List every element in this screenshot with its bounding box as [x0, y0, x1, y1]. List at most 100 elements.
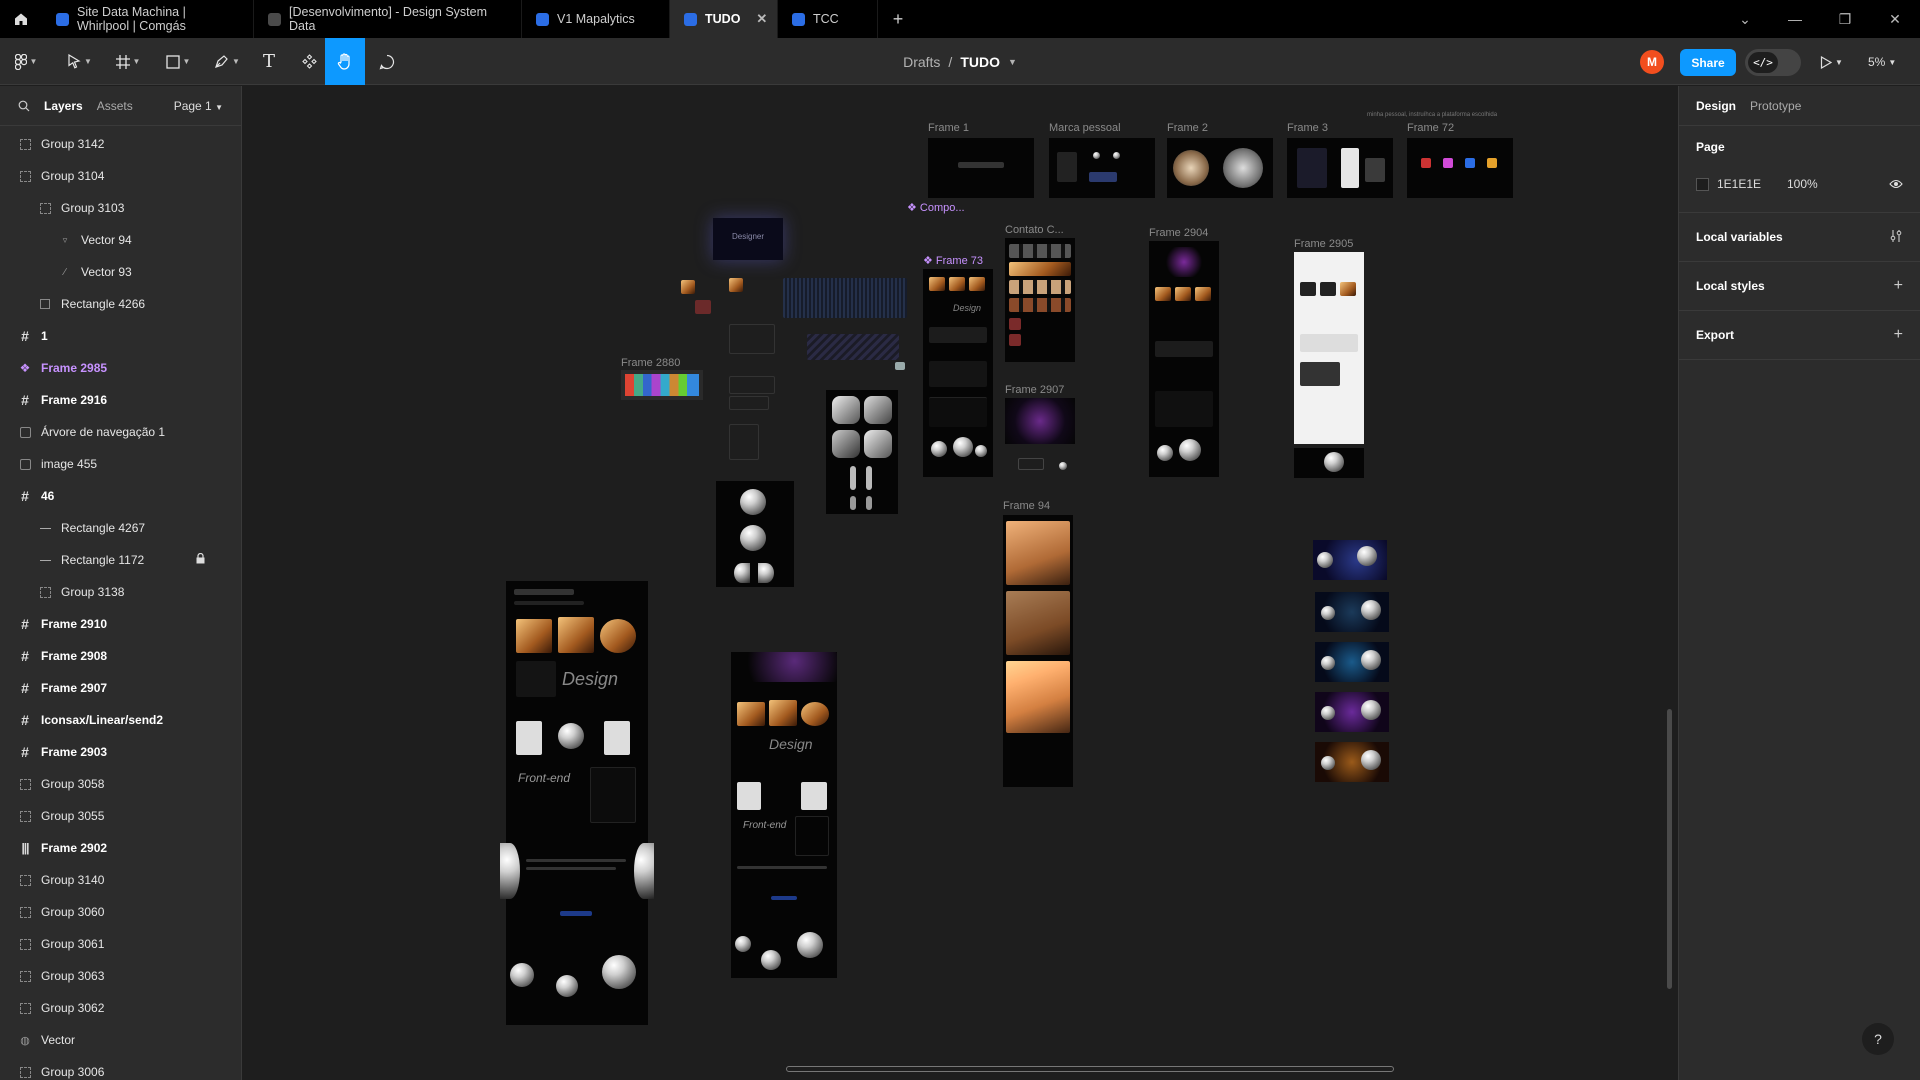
- sphere-card[interactable]: [1315, 642, 1389, 682]
- layer-row[interactable]: ❖ Frame 2985: [0, 352, 241, 384]
- hand-tool[interactable]: [325, 38, 365, 85]
- frame-label[interactable]: Frame 72: [1407, 122, 1454, 134]
- tab-layers[interactable]: Layers: [44, 99, 83, 113]
- portfolio-page-frame[interactable]: Design Front-end: [500, 581, 654, 1025]
- main-menu-button[interactable]: ▼: [8, 38, 44, 85]
- avatar[interactable]: M: [1640, 50, 1664, 74]
- maximize-icon[interactable]: ❐: [1820, 0, 1870, 38]
- page-selector[interactable]: Page 1 ▼: [174, 99, 223, 113]
- layer-row[interactable]: Rectangle 1172: [0, 544, 241, 576]
- layer-row[interactable]: # Frame 2916: [0, 384, 241, 416]
- close-tab-icon[interactable]: ✕: [756, 11, 767, 27]
- frame-label[interactable]: Frame 1: [928, 122, 969, 134]
- lock-icon[interactable]: [196, 552, 205, 567]
- file-name[interactable]: TUDO: [960, 54, 1000, 70]
- present-button[interactable]: ▼: [1820, 50, 1843, 74]
- frame-72[interactable]: [1407, 138, 1513, 198]
- layer-row[interactable]: Rectangle 4266: [0, 288, 241, 320]
- page-background-row[interactable]: 1E1E1E 100%: [1696, 168, 1903, 200]
- frame-2905-footer[interactable]: [1294, 448, 1364, 478]
- tab-tcc[interactable]: TCC: [778, 0, 878, 38]
- layer-row[interactable]: image 455: [0, 448, 241, 480]
- new-tab-button[interactable]: +: [878, 0, 918, 38]
- layer-row[interactable]: Group 3006: [0, 1056, 241, 1080]
- horizontal-scrollbar[interactable]: [786, 1066, 1394, 1072]
- frame-label[interactable]: Frame 94: [1003, 500, 1050, 512]
- tab-mapalytics[interactable]: V1 Mapalytics: [522, 0, 670, 38]
- component-label[interactable]: ❖ Compo...: [907, 201, 965, 214]
- text-tool[interactable]: T: [254, 38, 284, 85]
- layer-row[interactable]: Group 3103: [0, 192, 241, 224]
- vertical-scrollbar[interactable]: [1667, 709, 1672, 989]
- plus-icon[interactable]: +: [1894, 278, 1903, 294]
- layer-row[interactable]: # Frame 2903: [0, 736, 241, 768]
- resources-tool[interactable]: [294, 38, 324, 85]
- tab-list-chevron-icon[interactable]: ⌄: [1720, 0, 1770, 38]
- layer-row[interactable]: ||| Frame 2902: [0, 832, 241, 864]
- share-button[interactable]: Share: [1680, 49, 1736, 76]
- layer-row[interactable]: Group 3058: [0, 768, 241, 800]
- shape-tool[interactable]: ▼: [158, 38, 198, 85]
- comment-tool[interactable]: [372, 38, 402, 85]
- layer-row[interactable]: # Frame 2908: [0, 640, 241, 672]
- frame-2904[interactable]: [1149, 241, 1219, 477]
- layer-row[interactable]: Group 3060: [0, 896, 241, 928]
- export-section[interactable]: Export +: [1679, 311, 1920, 360]
- layer-row[interactable]: Group 3061: [0, 928, 241, 960]
- frame-2[interactable]: [1167, 138, 1273, 198]
- dev-mode-toggle[interactable]: </>: [1745, 49, 1801, 76]
- tab-prototype[interactable]: Prototype: [1750, 99, 1801, 113]
- spheres-frame[interactable]: [716, 481, 794, 587]
- frame-2905[interactable]: [1294, 252, 1364, 444]
- frame-2907[interactable]: [1005, 398, 1075, 444]
- frame-label[interactable]: Frame 3: [1287, 122, 1328, 134]
- tab-assets[interactable]: Assets: [97, 99, 133, 113]
- search-icon[interactable]: [18, 100, 30, 112]
- tab-site-data-machina[interactable]: Site Data Machina | Whirlpool | Comgás: [42, 0, 254, 38]
- layer-row[interactable]: Group 3138: [0, 576, 241, 608]
- frame-label[interactable]: Frame 2880: [621, 357, 680, 369]
- page-color-value[interactable]: 1E1E1E: [1717, 177, 1779, 191]
- page-color-swatch[interactable]: [1696, 177, 1709, 191]
- layer-row[interactable]: ∕ Vector 93: [0, 256, 241, 288]
- chevron-down-icon[interactable]: ▼: [1008, 57, 1017, 67]
- pen-tool[interactable]: ▼: [207, 38, 247, 85]
- layer-row[interactable]: Group 3104: [0, 160, 241, 192]
- tab-tudo[interactable]: TUDO ✕: [670, 0, 778, 38]
- layer-row[interactable]: Group 3062: [0, 992, 241, 1024]
- close-window-icon[interactable]: ✕: [1870, 0, 1920, 38]
- frame-1[interactable]: [928, 138, 1034, 198]
- sphere-card[interactable]: [1315, 692, 1389, 732]
- canvas[interactable]: minha pessoal, instruíhca a plataforma e…: [243, 86, 1677, 1080]
- local-variables-section[interactable]: Local variables: [1679, 213, 1920, 262]
- frame-3[interactable]: [1287, 138, 1393, 198]
- tab-design[interactable]: Design: [1696, 99, 1736, 113]
- sphere-card[interactable]: [1313, 540, 1387, 580]
- layer-row[interactable]: ◍ Vector: [0, 1024, 241, 1056]
- frame-label[interactable]: ❖ Frame 73: [923, 254, 983, 267]
- zoom-menu[interactable]: 5% ▼: [1868, 50, 1896, 74]
- frame-label[interactable]: Frame 2907: [1005, 384, 1064, 396]
- eye-icon[interactable]: [1889, 179, 1903, 189]
- frame-94[interactable]: [1003, 515, 1073, 787]
- home-button[interactable]: [0, 0, 42, 38]
- frame-label[interactable]: Frame 2: [1167, 122, 1208, 134]
- sphere-card[interactable]: [1315, 742, 1389, 782]
- minimize-icon[interactable]: —: [1770, 0, 1820, 38]
- layer-row[interactable]: Group 3055: [0, 800, 241, 832]
- breadcrumb-drafts[interactable]: Drafts: [903, 54, 940, 70]
- frame-label[interactable]: Frame 2905: [1294, 238, 1353, 250]
- frame-label[interactable]: Frame 2904: [1149, 227, 1208, 239]
- plus-icon[interactable]: +: [1894, 327, 1903, 343]
- frame-contato[interactable]: [1005, 238, 1075, 362]
- layer-row[interactable]: Group 3140: [0, 864, 241, 896]
- help-button[interactable]: ?: [1862, 1023, 1894, 1055]
- page-opacity-value[interactable]: 100%: [1787, 177, 1818, 191]
- frame-label[interactable]: Contato C...: [1005, 224, 1064, 236]
- layer-row[interactable]: # Frame 2910: [0, 608, 241, 640]
- portfolio-page-frame-2[interactable]: Design Front-end: [731, 652, 837, 978]
- tab-design-system[interactable]: [Desenvolvimento] - Design System Data: [254, 0, 522, 38]
- shapes-frame[interactable]: [826, 390, 898, 514]
- layer-row[interactable]: #46: [0, 480, 241, 512]
- sliders-icon[interactable]: [1889, 229, 1903, 243]
